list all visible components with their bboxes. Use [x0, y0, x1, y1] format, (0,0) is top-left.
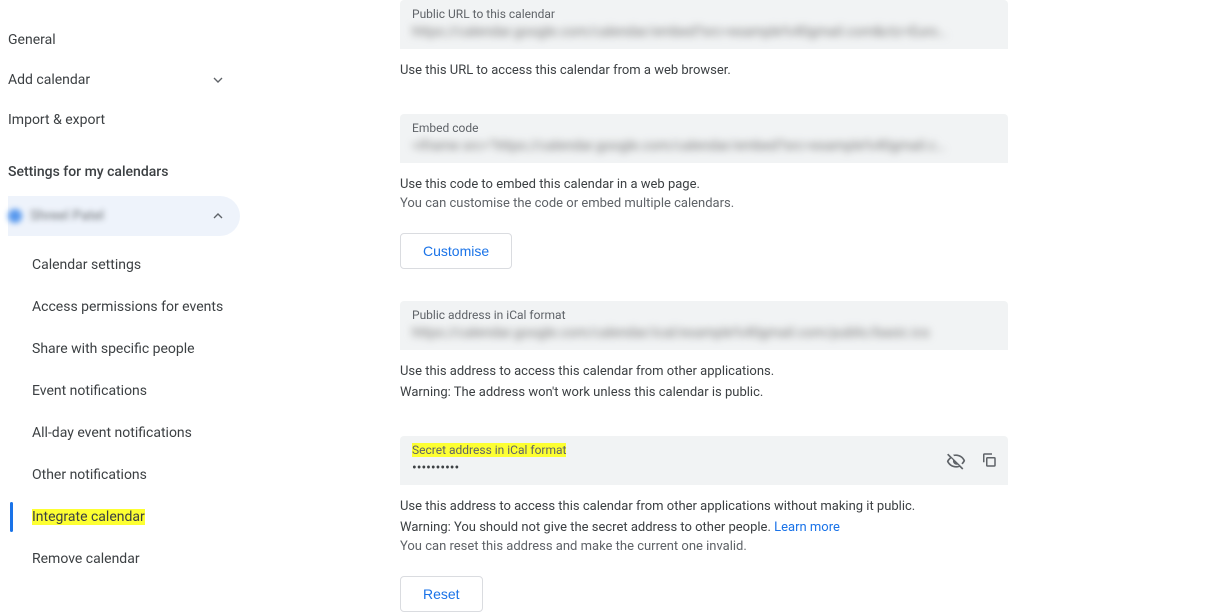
subnav-access-permissions[interactable]: Access permissions for events	[8, 286, 240, 328]
chevron-up-icon	[208, 206, 228, 226]
calendar-color-dot	[8, 209, 22, 223]
sidebar-item-import-export[interactable]: Import & export	[8, 100, 240, 140]
field-label: Public URL to this calendar	[412, 7, 555, 21]
ical-secret-help-1: Use this address to access this calendar…	[400, 499, 1008, 514]
subnav-calendar-settings[interactable]: Calendar settings	[8, 244, 240, 286]
settings-main: Public URL to this calendar https://cale…	[240, 0, 1228, 560]
public-url-help: Use this URL to access this calendar fro…	[400, 63, 1008, 78]
chevron-down-icon	[208, 70, 228, 90]
ical-public-field[interactable]: Public address in iCal format https://ca…	[400, 301, 1008, 350]
sidebar-item-label: Import & export	[8, 112, 105, 128]
visibility-off-icon[interactable]	[946, 451, 966, 471]
sidebar-item-label: General	[8, 32, 56, 48]
subnav-event-notifications[interactable]: Event notifications	[8, 370, 240, 412]
embed-help-2: You can customise the code or embed mult…	[400, 196, 1008, 211]
ical-secret-value: ••••••••••	[412, 459, 952, 477]
reset-button[interactable]: Reset	[400, 576, 483, 612]
ical-secret-warning: Warning: You should not give the secret …	[400, 520, 1008, 535]
customise-button[interactable]: Customise	[400, 233, 512, 269]
field-label: Embed code	[412, 121, 478, 135]
ical-secret-field[interactable]: Secret address in iCal format ••••••••••	[400, 436, 1008, 485]
sidebar-item-label: Add calendar	[8, 72, 90, 88]
calendar-subnav: Calendar settings Access permissions for…	[8, 244, 240, 580]
calendar-name: Shreel Patel	[30, 208, 104, 224]
subnav-item-label: Integrate calendar	[32, 509, 145, 525]
ical-public-help-2: Warning: The address won't work unless t…	[400, 385, 1008, 400]
ical-public-help-1: Use this address to access this calendar…	[400, 364, 1008, 379]
settings-sidebar: General Add calendar Import & export Set…	[0, 0, 240, 560]
public-url-field[interactable]: Public URL to this calendar https://cale…	[400, 0, 1008, 49]
copy-icon[interactable]	[980, 451, 998, 471]
learn-more-link[interactable]: Learn more	[774, 520, 840, 535]
embed-code-value: <iframe src="https://calendar.google.com…	[412, 137, 952, 155]
field-label: Secret address in iCal format	[412, 443, 566, 457]
sidebar-calendar-item[interactable]: Shreel Patel	[8, 196, 240, 236]
public-url-value: https://calendar.google.com/calendar/emb…	[412, 23, 952, 41]
sidebar-item-general[interactable]: General	[8, 20, 240, 60]
subnav-share-specific[interactable]: Share with specific people	[8, 328, 240, 370]
subnav-other-notifications[interactable]: Other notifications	[8, 454, 240, 496]
sidebar-item-add-calendar[interactable]: Add calendar	[8, 60, 240, 100]
subnav-remove-calendar[interactable]: Remove calendar	[8, 538, 240, 580]
ical-secret-help-3: You can reset this address and make the …	[400, 539, 1008, 554]
embed-help-1: Use this code to embed this calendar in …	[400, 177, 1008, 192]
ical-public-value: https://calendar.google.com/calendar/ica…	[412, 324, 952, 342]
subnav-allday-notifications[interactable]: All-day event notifications	[8, 412, 240, 454]
subnav-integrate-calendar[interactable]: Integrate calendar	[8, 496, 240, 538]
field-label: Public address in iCal format	[412, 308, 566, 322]
sidebar-section-header: Settings for my calendars	[8, 140, 240, 196]
embed-code-field[interactable]: Embed code <iframe src="https://calendar…	[400, 114, 1008, 163]
